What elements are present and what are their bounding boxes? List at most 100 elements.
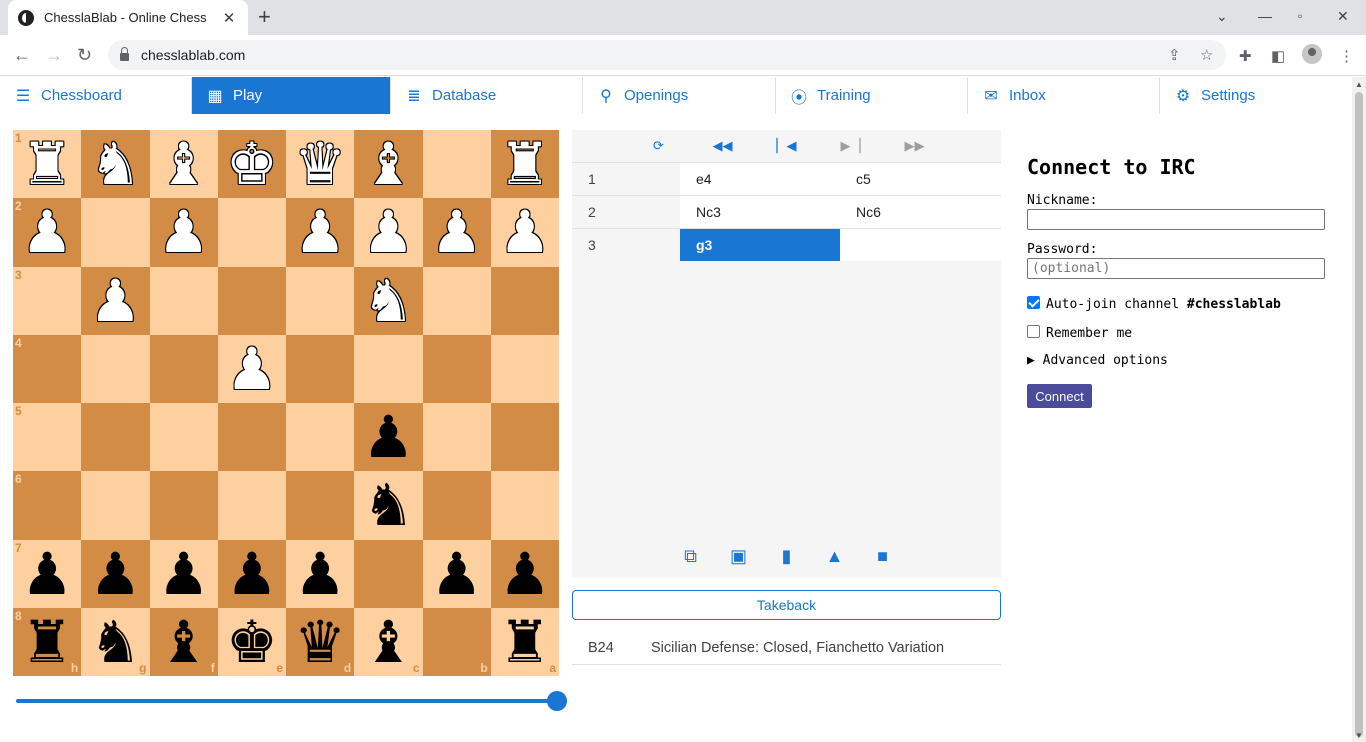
board-square[interactable]: 7 ♟ — [13, 539, 82, 608]
board-square[interactable]: ♟ — [81, 539, 150, 608]
black-move[interactable]: Nc6 — [840, 196, 1000, 228]
board-square[interactable] — [422, 471, 491, 540]
fast-backward-icon[interactable]: ◀◀ — [691, 138, 755, 154]
board-square[interactable]: 8 h ♜ — [13, 607, 82, 676]
maximize-icon[interactable]: ▫ — [1298, 9, 1302, 23]
board-square[interactable] — [422, 334, 491, 403]
menu-play[interactable]: ▦ Play — [192, 77, 391, 114]
board-square[interactable] — [81, 471, 150, 540]
board-square[interactable] — [81, 198, 150, 267]
black-move[interactable] — [840, 229, 1000, 261]
board-square[interactable]: ♟ — [286, 539, 355, 608]
board-square[interactable] — [490, 266, 559, 335]
connect-button[interactable]: Connect — [1027, 384, 1092, 408]
white-pawn-icon[interactable]: ♟ — [499, 202, 551, 262]
black-pawn-icon[interactable]: ♟ — [89, 544, 141, 604]
forward-icon[interactable]: → — [45, 45, 63, 65]
board-square[interactable]: 1 ♜ — [13, 130, 82, 199]
move-history-slider[interactable] — [16, 691, 567, 711]
image-icon[interactable]: ▲ — [823, 546, 847, 566]
white-pawn-icon[interactable]: ♟ — [89, 271, 141, 331]
board-square[interactable] — [149, 334, 218, 403]
menu-chessboard[interactable]: ☰ Chessboard — [0, 77, 192, 114]
password-input[interactable] — [1027, 258, 1325, 279]
board-square[interactable] — [81, 334, 150, 403]
board-square[interactable]: ♟ — [354, 403, 423, 472]
fast-forward-icon[interactable]: ▶▶ — [883, 138, 947, 154]
lock-icon[interactable] — [120, 47, 129, 61]
board-square[interactable] — [149, 471, 218, 540]
board-square[interactable]: ♜ — [490, 130, 559, 199]
board-square[interactable]: ♞ — [81, 130, 150, 199]
white-pawn-icon[interactable]: ♟ — [294, 202, 346, 262]
board-square[interactable]: ♛ — [286, 130, 355, 199]
board-square[interactable]: f ♝ — [149, 607, 218, 676]
extensions-icon[interactable]: ✚ — [1239, 47, 1252, 65]
board-square[interactable]: ♞ — [354, 471, 423, 540]
chrome-menu-icon[interactable]: ⋮ — [1339, 47, 1354, 65]
board-square[interactable] — [354, 334, 423, 403]
white-king-icon[interactable]: ♚ — [226, 134, 278, 194]
board-square[interactable] — [422, 130, 491, 199]
black-move[interactable]: c5 — [840, 163, 1000, 195]
menu-training[interactable]: ⦿ Training — [776, 77, 968, 114]
board-square[interactable]: ♟ — [81, 266, 150, 335]
white-rook-icon[interactable]: ♜ — [21, 134, 73, 194]
board-square[interactable]: 4 — [13, 334, 82, 403]
white-queen-icon[interactable]: ♛ — [294, 134, 346, 194]
page-scrollbar[interactable]: ▲ ▼ — [1352, 77, 1366, 742]
video-camera-icon[interactable]: ■ — [871, 546, 895, 566]
white-move[interactable]: Nc3 — [680, 196, 840, 228]
board-square[interactable] — [286, 266, 355, 335]
board-square[interactable]: ♟ — [286, 198, 355, 267]
flip-board-icon[interactable]: ⟳ — [627, 138, 691, 154]
board-square[interactable]: ♟ — [149, 539, 218, 608]
board-square[interactable]: 5 — [13, 403, 82, 472]
omnibox[interactable]: chesslablab.com ⇪ ☆ — [108, 40, 1226, 70]
menu-inbox[interactable]: ✉ Inbox — [968, 77, 1160, 114]
board-square[interactable] — [286, 403, 355, 472]
black-pawn-icon[interactable]: ♟ — [294, 544, 346, 604]
board-square[interactable]: ♚ — [217, 130, 286, 199]
minimize-icon[interactable]: — — [1258, 8, 1272, 24]
black-bishop-icon[interactable]: ♝ — [158, 612, 210, 672]
reload-icon[interactable]: ↻ — [77, 45, 92, 65]
scrollbar-thumb[interactable] — [1355, 92, 1363, 737]
board-square[interactable]: ♟ — [422, 198, 491, 267]
black-rook-icon[interactable]: ♜ — [499, 612, 551, 672]
black-pawn-icon[interactable]: ♟ — [21, 544, 73, 604]
add-widget-icon[interactable]: ▣ — [727, 546, 751, 566]
profile-avatar[interactable] — [1302, 44, 1322, 64]
new-tab-icon[interactable]: + — [258, 6, 271, 28]
back-icon[interactable]: ← — [13, 45, 31, 65]
board-square[interactable] — [490, 334, 559, 403]
remember-checkbox[interactable] — [1027, 325, 1040, 338]
board-square[interactable] — [354, 539, 423, 608]
close-window-icon[interactable]: ✕ — [1337, 8, 1349, 25]
black-knight-icon[interactable]: ♞ — [362, 475, 414, 535]
board-square[interactable]: d ♛ — [286, 607, 355, 676]
black-pawn-icon[interactable]: ♟ — [158, 544, 210, 604]
scroll-down-arrow-icon[interactable]: ▼ — [1355, 731, 1363, 740]
tab-search-icon[interactable]: ⌄ — [1216, 8, 1228, 25]
board-square[interactable]: ♟ — [490, 198, 559, 267]
black-pawn-icon[interactable]: ♟ — [362, 407, 414, 467]
board-square[interactable]: a ♜ — [490, 607, 559, 676]
black-bishop-icon[interactable]: ♝ — [362, 612, 414, 672]
board-square[interactable] — [286, 334, 355, 403]
board-square[interactable]: ♟ — [149, 198, 218, 267]
board-square[interactable] — [149, 266, 218, 335]
white-pawn-icon[interactable]: ♟ — [226, 339, 278, 399]
autojoin-option[interactable]: Auto-join channel #chesslablab — [1027, 296, 1327, 312]
advanced-options-toggle[interactable]: ▶ Advanced options — [1027, 353, 1327, 368]
board-square[interactable]: 2 ♟ — [13, 198, 82, 267]
scroll-up-arrow-icon[interactable]: ▲ — [1355, 80, 1363, 89]
copy-moves-icon[interactable]: ⧉ — [679, 546, 703, 566]
board-square[interactable]: ♝ — [354, 130, 423, 199]
board-square[interactable]: 6 — [13, 471, 82, 540]
board-square[interactable] — [490, 403, 559, 472]
board-square[interactable]: ♟ — [422, 539, 491, 608]
remember-option[interactable]: Remember me — [1027, 325, 1327, 341]
board-square[interactable] — [422, 266, 491, 335]
white-pawn-icon[interactable]: ♟ — [362, 202, 414, 262]
